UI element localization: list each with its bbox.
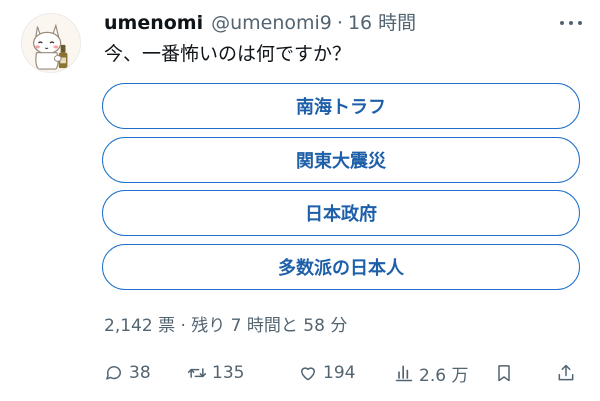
poll-info: 2,142 票 · 残り 7 時間と 58 分 <box>104 316 348 336</box>
timestamp[interactable]: 16 時間 <box>348 11 416 35</box>
tweet-header: umenomi @umenomi9 · 16 時間 <box>104 11 416 35</box>
tweet-text: 今、一番怖いのは何ですか？ <box>104 43 352 65</box>
poll-option-2[interactable]: 関東大震災 <box>102 136 580 183</box>
views-icon <box>395 365 413 382</box>
reply-button[interactable]: 38 <box>104 362 151 384</box>
views-button[interactable]: 2.6 万 <box>394 362 469 386</box>
bookmark-button[interactable] <box>494 362 514 384</box>
like-count: 194 <box>323 363 356 383</box>
more-icon[interactable] <box>560 15 582 31</box>
retweet-icon <box>187 368 207 378</box>
poll: 南海トラフ 関東大震災 日本政府 多数派の日本人 <box>102 83 580 297</box>
poll-option-1[interactable]: 南海トラフ <box>102 83 580 129</box>
share-icon <box>558 364 574 381</box>
retweet-button[interactable]: 135 <box>187 362 244 384</box>
retweet-count: 135 <box>212 363 245 383</box>
user-handle[interactable]: @umenomi9 <box>211 11 332 35</box>
bookmark-icon <box>498 365 510 382</box>
reply-icon <box>106 366 121 380</box>
like-button[interactable]: 194 <box>298 362 355 384</box>
cat-with-bottle-avatar-icon <box>32 23 68 70</box>
share-button[interactable] <box>556 362 576 384</box>
separator-dot: · <box>336 12 343 34</box>
poll-option-4[interactable]: 多数派の日本人 <box>102 243 580 290</box>
tweet-actions: 38 135 194 2.6 万 <box>104 362 578 386</box>
heart-icon <box>301 367 315 381</box>
avatar[interactable] <box>21 13 81 73</box>
display-name[interactable]: umenomi <box>104 11 203 35</box>
poll-option-3[interactable]: 日本政府 <box>102 190 580 236</box>
tweet[interactable]: umenomi @umenomi9 · 16 時間 今、一番怖いのは何ですか？ … <box>0 0 600 401</box>
reply-count: 38 <box>129 363 151 383</box>
views-count: 2.6 万 <box>419 365 469 386</box>
